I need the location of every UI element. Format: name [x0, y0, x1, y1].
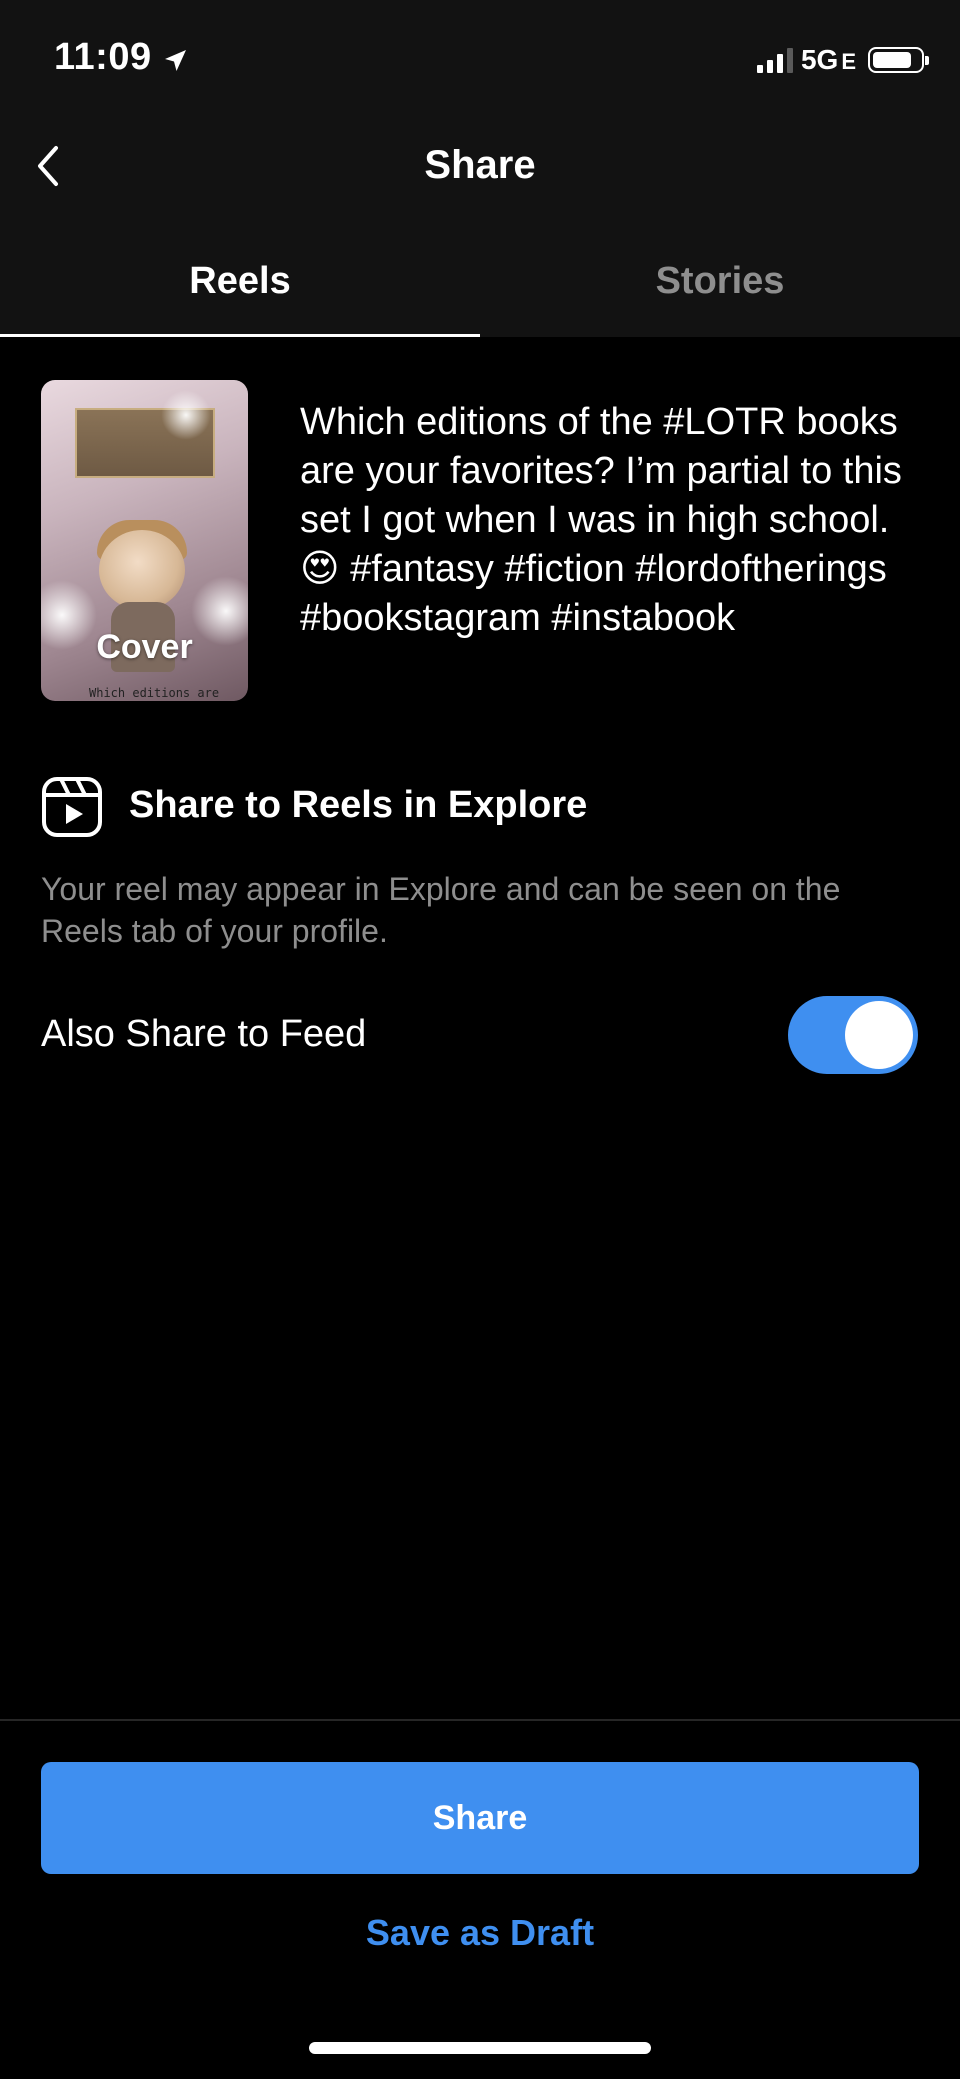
tab-stories[interactable]: Stories	[480, 250, 960, 337]
header-area: 11:09 5G E Share Reels Stories	[0, 0, 960, 337]
location-arrow-icon	[160, 43, 190, 73]
network-type: 5G E	[801, 44, 856, 76]
cellular-signal-icon	[756, 47, 793, 73]
cover-label: Cover	[96, 628, 193, 666]
page-title: Share	[424, 143, 536, 187]
status-time-text: 11:09	[54, 36, 152, 78]
tab-reels[interactable]: Reels	[0, 250, 480, 337]
cover-subtext: Which editions are	[89, 686, 220, 700]
network-type-label: 5G	[800, 44, 839, 75]
home-indicator	[309, 2042, 651, 2054]
explore-title: Share to Reels in Explore	[129, 784, 588, 826]
reels-icon	[41, 776, 103, 838]
caption-text[interactable]: Which editions of the #LOTR books are yo…	[300, 398, 930, 643]
share-tabs: Reels Stories	[0, 250, 960, 337]
divider	[0, 1719, 960, 1721]
network-type-suffix: E	[841, 49, 856, 74]
share-to-feed-toggle[interactable]	[788, 996, 918, 1074]
explore-description: Your reel may appear in Explore and can …	[41, 871, 841, 949]
toggle-knob	[845, 1001, 913, 1069]
status-icons: 5G E	[756, 44, 929, 76]
share-button[interactable]: Share	[41, 1762, 919, 1874]
battery-icon	[868, 47, 929, 73]
save-as-draft-button[interactable]: Save as Draft	[0, 1912, 960, 1954]
feed-toggle-label: Also Share to Feed	[41, 1013, 367, 1055]
cover-thumbnail[interactable]: Cover Which editions are	[41, 380, 248, 701]
status-time: 11:09	[54, 36, 190, 79]
share-screen: 11:09 5G E Share Reels Stories Cover Whi…	[0, 0, 960, 2079]
